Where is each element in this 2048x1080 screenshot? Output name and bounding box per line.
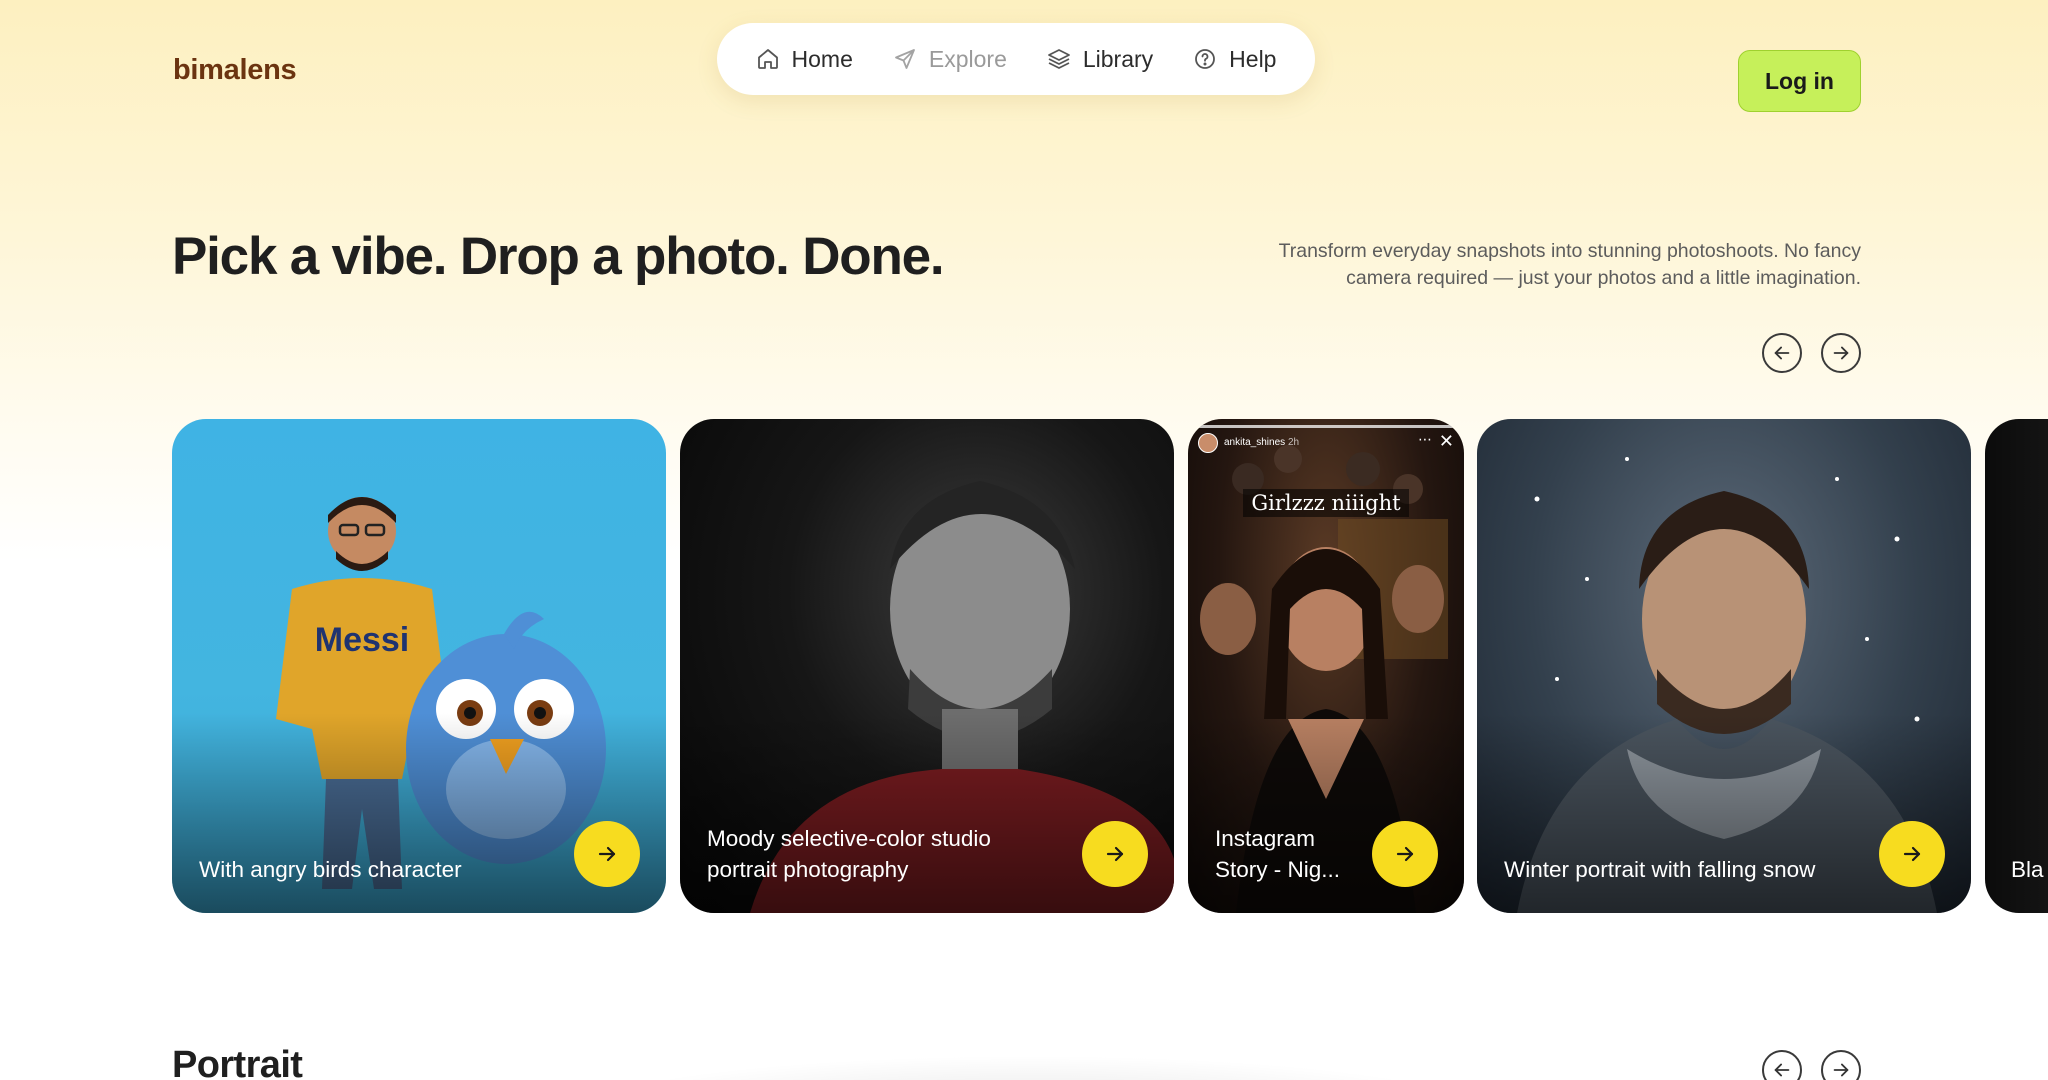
card-title: Moody selective-color studio portrait ph… xyxy=(707,826,991,882)
arrow-right-icon xyxy=(1833,1063,1849,1077)
card-open-button[interactable] xyxy=(574,821,640,887)
section-divider-shadow xyxy=(560,1055,1500,1080)
login-button[interactable]: Log in xyxy=(1738,50,1861,112)
style-card-partial[interactable]: Bla xyxy=(1985,419,2048,913)
card-title: Instagram Story - Nig... xyxy=(1215,826,1341,882)
arrow-right-icon xyxy=(1903,846,1921,862)
nav-label-home: Home xyxy=(791,45,853,72)
nav-label-library: Library xyxy=(1082,45,1154,72)
nav-item-home[interactable]: Home xyxy=(756,46,853,73)
nav-label-explore: Explore xyxy=(928,45,1007,72)
arrow-right-icon xyxy=(1396,846,1414,862)
style-card-instagram-story[interactable]: ankita_shines 2h ⋯ ✕ Girlzzz niiight Ins… xyxy=(1188,419,1464,913)
arrow-right-icon xyxy=(1106,846,1124,862)
carousel-prev-button[interactable] xyxy=(1762,333,1802,373)
portrait-prev-button[interactable] xyxy=(1762,1050,1802,1080)
story-username: ankita_shines 2h xyxy=(1224,437,1299,448)
hero-subtitle-line-2: camera required — just your photos and a… xyxy=(1346,267,1861,289)
arrow-left-icon xyxy=(1774,1063,1790,1077)
nav-label-help: Help xyxy=(1229,45,1277,72)
nav-item-help[interactable]: Help xyxy=(1193,46,1276,73)
close-icon: ✕ xyxy=(1438,431,1454,451)
card-title: Winter portrait with falling snow xyxy=(1504,857,1816,882)
card-open-button[interactable] xyxy=(1372,821,1438,887)
card-open-button[interactable] xyxy=(1879,821,1945,887)
arrow-right-icon xyxy=(598,846,616,862)
portrait-next-button[interactable] xyxy=(1821,1050,1861,1080)
card-title: With angry birds character xyxy=(199,857,462,882)
story-progress-bar xyxy=(1196,425,1456,428)
style-card-angry-birds[interactable]: Messi With angry birds character xyxy=(172,419,666,913)
section-title-portrait: Portrait xyxy=(172,1044,303,1080)
style-card-moody-portrait[interactable]: Moody selective-color studio portrait ph… xyxy=(680,419,1174,913)
story-caption-text: Girlzzz niiight xyxy=(1243,489,1409,517)
nav-item-library[interactable]: Library xyxy=(1047,46,1153,73)
page: bimalens Home Explore Library Help Log i… xyxy=(0,0,2048,1080)
avatar xyxy=(1198,433,1218,453)
story-caption: Girlzzz niiight xyxy=(1188,489,1464,517)
card-open-button[interactable] xyxy=(1082,821,1148,887)
card-title: Bla xyxy=(2011,857,2044,882)
layers-icon xyxy=(1047,49,1070,69)
carousel-next-button[interactable] xyxy=(1821,333,1861,373)
home-icon xyxy=(757,49,778,69)
hero-title: Pick a vibe. Drop a photo. Done. xyxy=(172,227,945,286)
top-navbar: Home Explore Library Help xyxy=(717,23,1315,95)
help-circle-icon xyxy=(1195,49,1216,69)
style-card-winter-portrait[interactable]: Winter portrait with falling snow xyxy=(1477,419,1971,913)
send-icon xyxy=(894,49,915,69)
hero-subtitle: Transform everyday snapshots into stunni… xyxy=(1221,238,1861,292)
hero-subtitle-line-1: Transform everyday snapshots into stunni… xyxy=(1278,240,1861,262)
story-username-text: ankita_shines xyxy=(1224,437,1286,448)
more-icon: ⋯ xyxy=(1418,431,1432,447)
nav-item-explore[interactable]: Explore xyxy=(893,46,1007,73)
brand-logo[interactable]: bimalens xyxy=(173,54,297,87)
story-time-text: 2h xyxy=(1287,437,1300,448)
arrow-right-icon xyxy=(1833,346,1849,360)
arrow-left-icon xyxy=(1774,346,1790,360)
